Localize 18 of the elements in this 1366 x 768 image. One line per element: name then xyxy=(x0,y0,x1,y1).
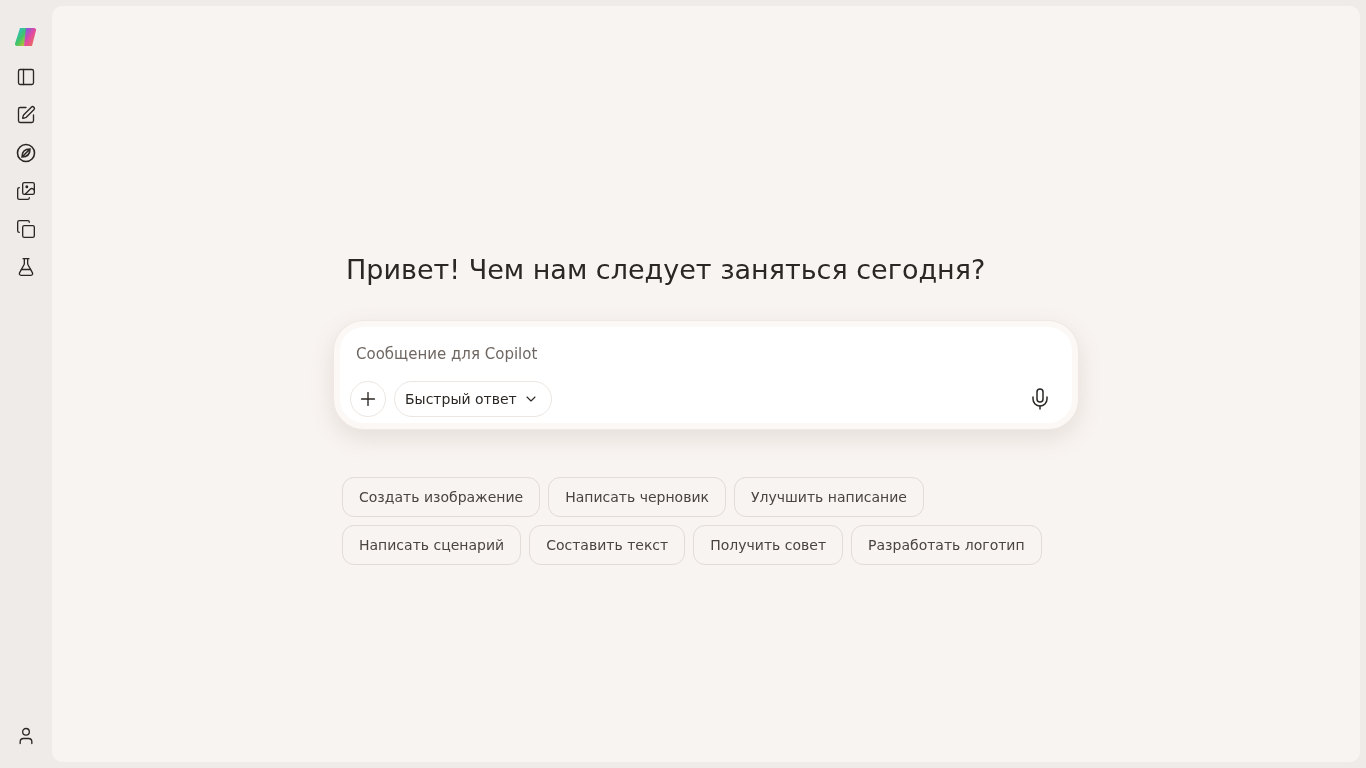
suggestion-chip[interactable]: Создать изображение xyxy=(342,477,541,517)
pages-icon xyxy=(16,219,36,239)
compass-icon xyxy=(16,143,36,163)
images-icon xyxy=(16,181,36,201)
suggestion-chip[interactable]: Написать черновик xyxy=(548,477,726,517)
message-composer[interactable]: Сообщение для Copilot Быстрый ответ xyxy=(334,321,1078,429)
suggestion-chip[interactable]: Получить совет xyxy=(693,525,844,565)
add-button[interactable] xyxy=(350,381,386,417)
suggestion-chip[interactable]: Разработать логотип xyxy=(851,525,1042,565)
flask-icon xyxy=(16,257,36,277)
greeting-heading: Привет! Чем нам следует заняться сегодня? xyxy=(346,254,987,285)
suggestion-chip[interactable]: Написать сценарий xyxy=(342,525,522,565)
sidebar-toggle-icon xyxy=(16,67,36,87)
new-chat-icon xyxy=(16,105,36,125)
logo-icon[interactable] xyxy=(14,26,38,48)
suggestion-chip[interactable]: Улучшить написание xyxy=(734,477,924,517)
mode-dropdown[interactable]: Быстрый ответ xyxy=(394,381,552,417)
suggestion-chip[interactable]: Составить текст xyxy=(529,525,686,565)
